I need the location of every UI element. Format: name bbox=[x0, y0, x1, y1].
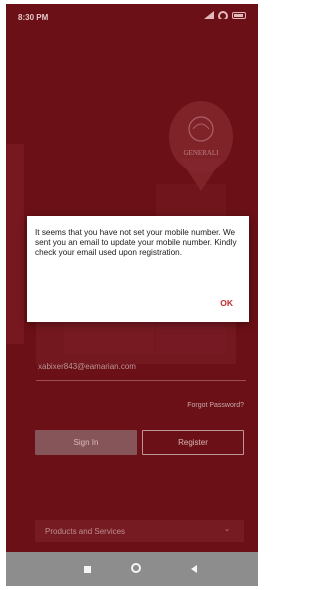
alert-dialog: It seems that you have not set your mobi… bbox=[27, 216, 249, 322]
system-nav-bar bbox=[6, 552, 258, 586]
nav-recents-icon[interactable] bbox=[84, 566, 91, 573]
app-screen: 8:30 PM GENERALI xabixer843@eamarian.com… bbox=[6, 4, 258, 586]
nav-home-icon[interactable] bbox=[131, 563, 141, 573]
nav-back-icon[interactable] bbox=[191, 565, 197, 573]
dialog-message: It seems that you have not set your mobi… bbox=[35, 228, 237, 257]
ok-button[interactable]: OK bbox=[220, 298, 233, 308]
